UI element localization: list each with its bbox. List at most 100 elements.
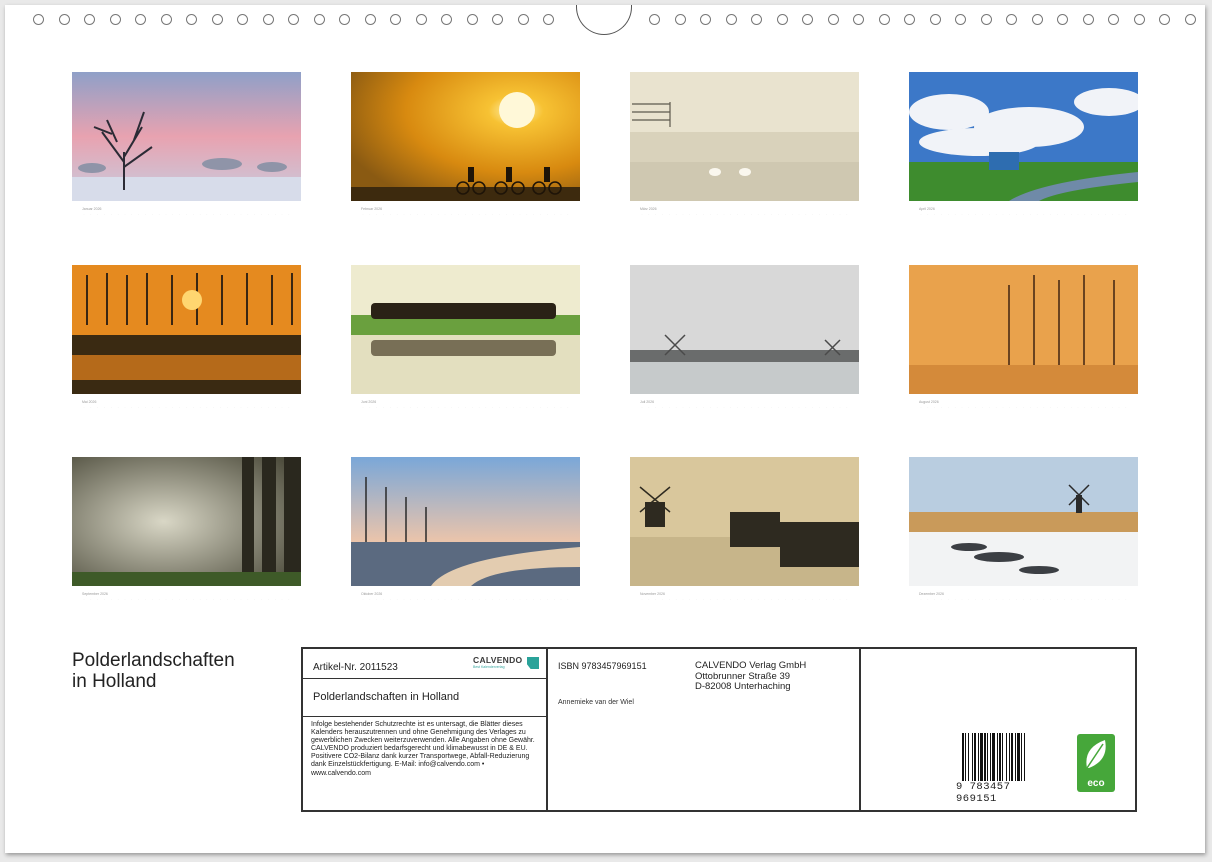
day-mark: · (968, 405, 970, 409)
day-mark: · (764, 405, 766, 409)
day-mark: · (213, 212, 215, 216)
day-strip: · · · · · · · · · · · · · · · · · · · · · · · · · · · · · · · (909, 212, 1138, 216)
day-mark: · (478, 212, 480, 216)
day-mark: · (798, 212, 800, 216)
barcode-bar (1011, 733, 1013, 781)
binding-ring (751, 14, 762, 25)
day-mark: · (533, 212, 535, 216)
day-mark: · (784, 405, 786, 409)
day-mark: · (709, 405, 711, 409)
day-mark: · (988, 405, 990, 409)
day-mark: · (362, 597, 364, 601)
day-mark: · (444, 597, 446, 601)
day-mark: · (1043, 212, 1045, 216)
day-mark: · (471, 212, 473, 216)
day-mark: · (288, 405, 290, 409)
day-mark: · (410, 212, 412, 216)
day-mark: · (199, 597, 201, 601)
binding-ring (1108, 14, 1119, 25)
month-label: März 2026 (640, 207, 657, 211)
day-strip: · · · · · · · · · · · · · · · · · · · · · · · · · · · · · · · (351, 212, 580, 216)
barcode-bar (978, 733, 979, 781)
day-mark: · (1118, 597, 1120, 601)
day-mark: · (540, 212, 542, 216)
day-mark: · (743, 597, 745, 601)
binding-ring (878, 14, 890, 25)
photo-orange-trees (72, 265, 301, 394)
barcode-bar (997, 733, 998, 781)
month-thumb-august: August 2026 · · · · · · · · · · · · · · · · · · · · · · · · · · · ·… (909, 265, 1138, 409)
day-mark: · (1118, 405, 1120, 409)
day-mark: · (750, 212, 752, 216)
day-mark: · (1063, 405, 1065, 409)
day-mark: · (668, 405, 670, 409)
day-mark: · (437, 597, 439, 601)
day-mark: · (648, 212, 650, 216)
barcode-bar (1009, 733, 1010, 781)
day-mark: · (771, 405, 773, 409)
day-mark: · (362, 405, 364, 409)
barcode-bar (972, 733, 973, 781)
day-mark: · (954, 212, 956, 216)
day-mark: · (117, 405, 119, 409)
day-mark: · (968, 212, 970, 216)
day-mark: · (1043, 405, 1045, 409)
binding-ring (313, 14, 325, 25)
day-mark: · (423, 597, 425, 601)
day-mark: · (1043, 597, 1045, 601)
day-mark: · (165, 212, 167, 216)
day-mark: · (403, 597, 405, 601)
day-mark: · (485, 405, 487, 409)
day-mark: · (947, 212, 949, 216)
day-mark: · (505, 405, 507, 409)
day-mark: · (716, 405, 718, 409)
day-mark: · (1002, 212, 1004, 216)
day-mark: · (1070, 212, 1072, 216)
day-mark: · (389, 212, 391, 216)
day-mark: · (274, 212, 276, 216)
day-mark: · (1016, 597, 1018, 601)
day-mark: · (981, 405, 983, 409)
day-mark: · (151, 405, 153, 409)
barcode-bar (992, 733, 995, 781)
day-mark: · (485, 597, 487, 601)
day-mark: · (1063, 212, 1065, 216)
day-mark: · (499, 597, 501, 601)
day-mark: · (668, 597, 670, 601)
day-mark: · (192, 597, 194, 601)
photo-swans-mist (630, 72, 859, 201)
day-mark: · (117, 597, 119, 601)
day-mark: · (798, 597, 800, 601)
day-mark: · (675, 212, 677, 216)
day-mark: · (560, 597, 562, 601)
day-mark: · (1070, 597, 1072, 601)
day-mark: · (723, 597, 725, 601)
day-mark: · (1050, 405, 1052, 409)
day-mark: · (1036, 597, 1038, 601)
month-label: August 2026 (919, 400, 939, 404)
month-thumb-may: Mai 2026 · · · · · · · · · · · · · · · · · · · · · · · · · · · · · · · (72, 265, 301, 409)
day-mark: · (567, 212, 569, 216)
day-mark: · (505, 212, 507, 216)
barcode-bar (987, 733, 988, 781)
binding-ring (853, 14, 864, 25)
day-mark: · (220, 405, 222, 409)
day-mark: · (927, 212, 929, 216)
day-mark: · (927, 597, 929, 601)
day-mark: · (261, 405, 263, 409)
calendar-title: Polderlandschaften in Holland (72, 650, 235, 692)
day-mark: · (458, 405, 460, 409)
day-mark: · (702, 212, 704, 216)
day-mark: · (254, 597, 256, 601)
barcode-bar (1015, 733, 1016, 781)
day-mark: · (771, 597, 773, 601)
day-mark: · (655, 212, 657, 216)
day-mark: · (110, 212, 112, 216)
day-mark: · (1091, 405, 1093, 409)
day-mark: · (981, 212, 983, 216)
day-mark: · (540, 597, 542, 601)
day-mark: · (158, 212, 160, 216)
photo-harbor-windmills (630, 457, 859, 586)
day-mark: · (512, 212, 514, 216)
day-mark: · (1057, 405, 1059, 409)
